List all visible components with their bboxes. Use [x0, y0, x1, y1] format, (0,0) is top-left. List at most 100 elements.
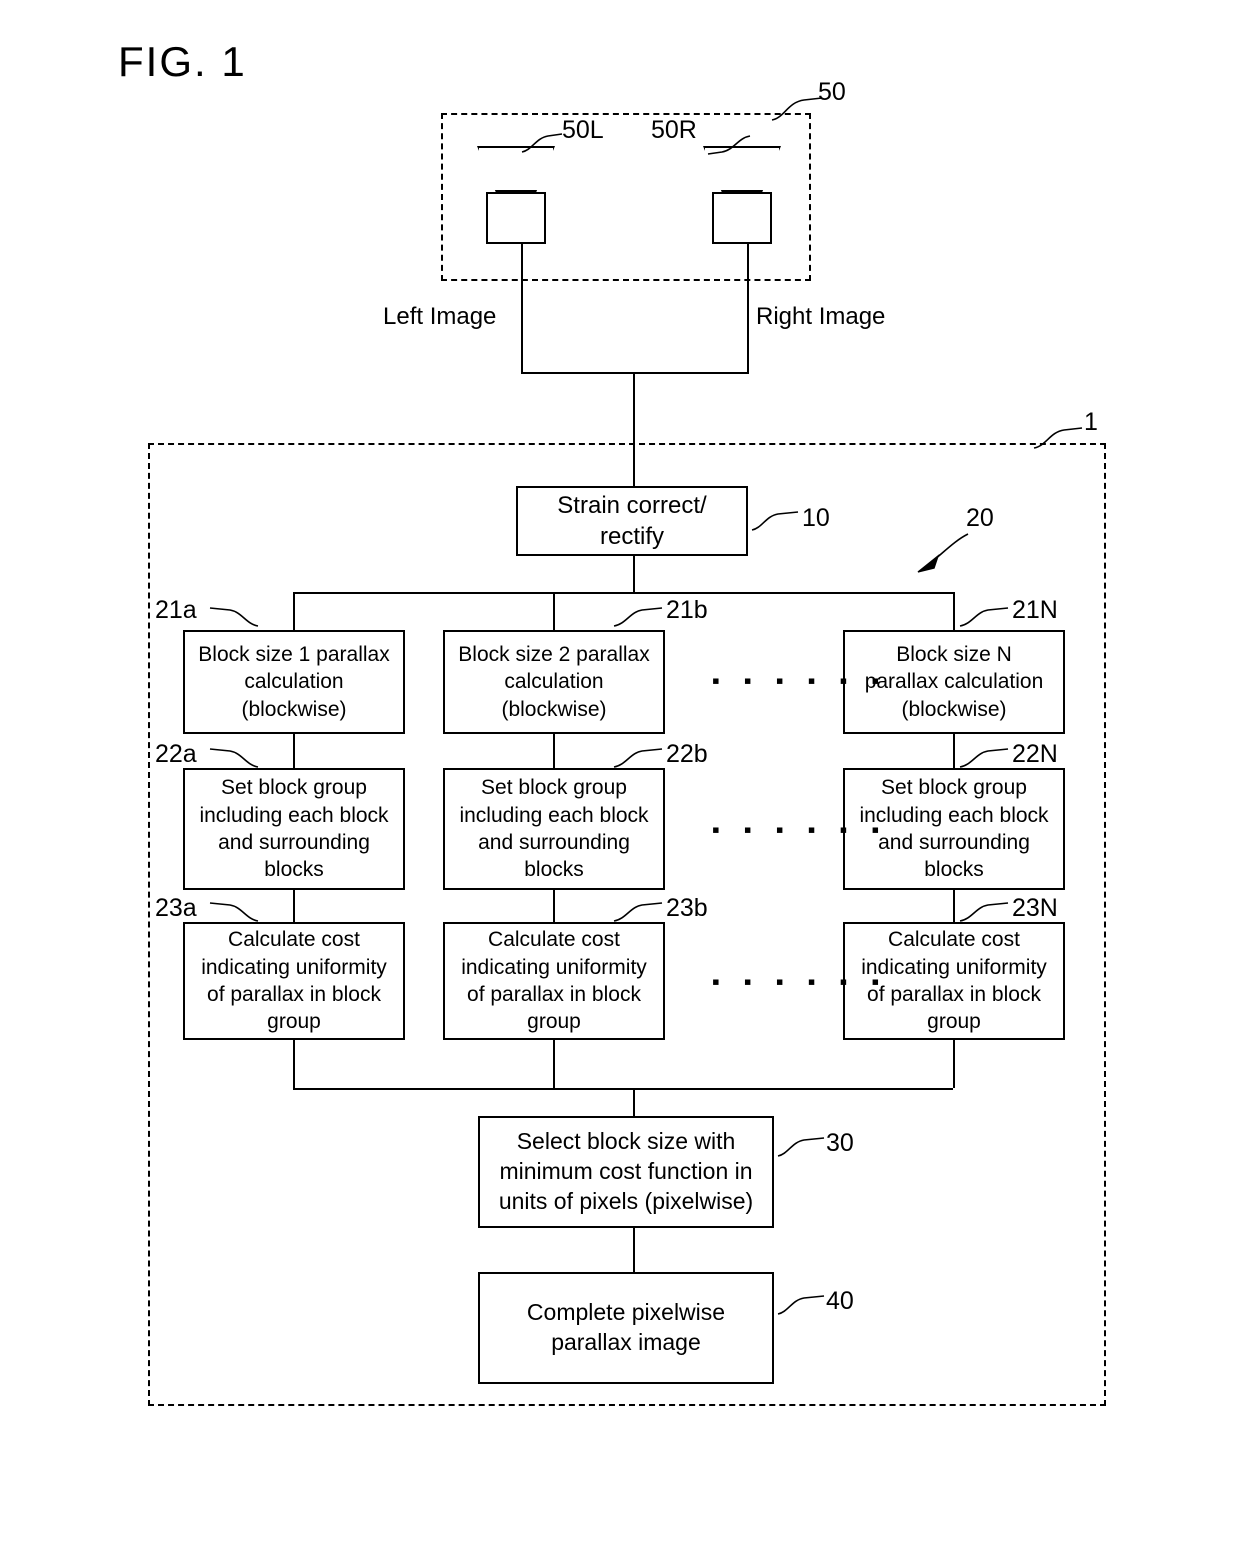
block-line: units of pixels (pixelwise) [498, 1187, 754, 1214]
block-line: and surrounding [478, 831, 630, 854]
block-parallax-calc-2: Block size 2 parallax calculation (block… [443, 630, 665, 734]
ref-21N: 21N [1012, 596, 1058, 624]
line-branch-to-21N [953, 592, 955, 630]
ref-leader-22a [208, 745, 260, 771]
block-line: including each block [459, 803, 649, 827]
camera-body-left [486, 192, 546, 244]
ref-22a: 22a [155, 740, 197, 768]
block-line: blocks [924, 858, 984, 882]
line-21N-to-22N [953, 734, 955, 768]
ellipsis-row-1: ▪ ▪ ▪ ▪ ▪ ▪ [712, 668, 889, 693]
line-image-merge [521, 372, 749, 374]
block-line: Block size N [896, 643, 1012, 667]
ref-leader-30 [776, 1134, 828, 1160]
block-line: Set block group [881, 776, 1027, 800]
bus-branch-top [293, 592, 953, 594]
block-line: parallax image [551, 1329, 701, 1355]
block-line: and surrounding [218, 831, 370, 854]
ref-leader-50L [520, 130, 566, 156]
line-select-to-complete [633, 1228, 635, 1272]
block-line: of parallax in block [207, 983, 381, 1006]
ref-40: 40 [826, 1287, 854, 1315]
ref-22N: 22N [1012, 740, 1058, 768]
line-left-camera-down [521, 244, 523, 372]
line-22b-to-23b [553, 890, 555, 922]
ref-23a: 23a [155, 894, 197, 922]
block-line: group [267, 1010, 321, 1034]
block-line: Calculate cost [888, 928, 1020, 952]
block-complete-parallax-image: Complete pixelwise parallax image [478, 1272, 774, 1384]
camera-icon-left [477, 146, 555, 244]
line-21b-to-22b [553, 734, 555, 768]
block-line: group [527, 1010, 581, 1034]
camera-icon-right [703, 146, 781, 244]
block-line: blocks [264, 858, 324, 882]
ref-21a: 21a [155, 596, 197, 624]
block-line: Calculate cost [228, 928, 360, 952]
ref-30: 30 [826, 1129, 854, 1157]
ref-leader-21a [208, 604, 260, 630]
ref-22b: 22b [666, 740, 708, 768]
ref-50L: 50L [562, 116, 604, 144]
ref-20: 20 [966, 504, 994, 532]
line-right-camera-down [747, 244, 749, 372]
label-left-image: Left Image [383, 303, 497, 330]
block-calculate-cost-a: Calculate cost indicating uniformity of … [183, 922, 405, 1040]
block-line: (blockwise) [241, 697, 347, 721]
block-line: Complete pixelwise [526, 1299, 726, 1326]
block-line: Set block group [221, 776, 367, 800]
block-line: of parallax in block [467, 983, 641, 1006]
block-line: minimum cost function in [499, 1158, 753, 1185]
block-strain-correct-rectify: Strain correct/ rectify [516, 486, 748, 556]
ref-leader-23b [612, 899, 664, 925]
line-21a-to-22a [293, 734, 295, 768]
ref-23N: 23N [1012, 894, 1058, 922]
block-set-block-group-b: Set block group including each block and… [443, 768, 665, 890]
block-line: blocks [524, 858, 584, 882]
ref-leader-21b [612, 604, 664, 630]
ellipsis-row-3: ▪ ▪ ▪ ▪ ▪ ▪ [712, 969, 889, 994]
block-parallax-calc-1: Block size 1 parallax calculation (block… [183, 630, 405, 734]
ref-leader-23N [958, 899, 1010, 925]
line-23a-down [293, 1040, 295, 1088]
ref-leader-40 [776, 1292, 828, 1318]
ref-leader-23a [208, 899, 260, 925]
ref-23b: 23b [666, 894, 708, 922]
block-line: calculation [504, 670, 604, 694]
line-branch-to-21b [553, 592, 555, 630]
ref-50: 50 [818, 78, 846, 106]
block-line: rectify [599, 523, 664, 550]
block-line: Block size 1 parallax [198, 643, 390, 667]
camera-body-right [712, 192, 772, 244]
block-line: Set block group [481, 776, 627, 800]
ref-leader-22N [958, 745, 1010, 771]
ref-21b: 21b [666, 596, 708, 624]
ref-50R: 50R [651, 116, 697, 144]
block-line: indicating uniformity [201, 955, 387, 979]
ref-1: 1 [1084, 408, 1098, 436]
label-right-image: Right Image [756, 303, 886, 330]
block-line: indicating uniformity [461, 955, 647, 979]
block-line: (blockwise) [501, 697, 607, 721]
ref-leader-21N [958, 604, 1010, 630]
ellipsis-row-2: ▪ ▪ ▪ ▪ ▪ ▪ [712, 817, 889, 842]
ref-leader-50R [706, 132, 752, 158]
bus-merge-bottom [293, 1088, 953, 1090]
figure-canvas: FIG. 1 50 50L 50R Left Image Right Image [0, 0, 1240, 1545]
block-line: Calculate cost [488, 928, 620, 952]
block-line: group [927, 1010, 981, 1034]
ref-leader-1 [1032, 424, 1088, 452]
block-line: calculation [244, 670, 344, 694]
figure-title: FIG. 1 [118, 38, 247, 85]
ref-leader-10 [750, 508, 802, 534]
line-23N-down [953, 1040, 955, 1088]
block-line: including each block [199, 803, 389, 827]
block-line: Strain correct/ [557, 491, 707, 519]
block-select-block-size: Select block size with minimum cost func… [478, 1116, 774, 1228]
block-line: Select block size with [516, 1128, 736, 1155]
line-22N-to-23N [953, 890, 955, 922]
line-branch-to-21a [293, 592, 295, 630]
block-line: (blockwise) [901, 697, 1007, 721]
ref-10: 10 [802, 504, 830, 532]
block-calculate-cost-b: Calculate cost indicating uniformity of … [443, 922, 665, 1040]
